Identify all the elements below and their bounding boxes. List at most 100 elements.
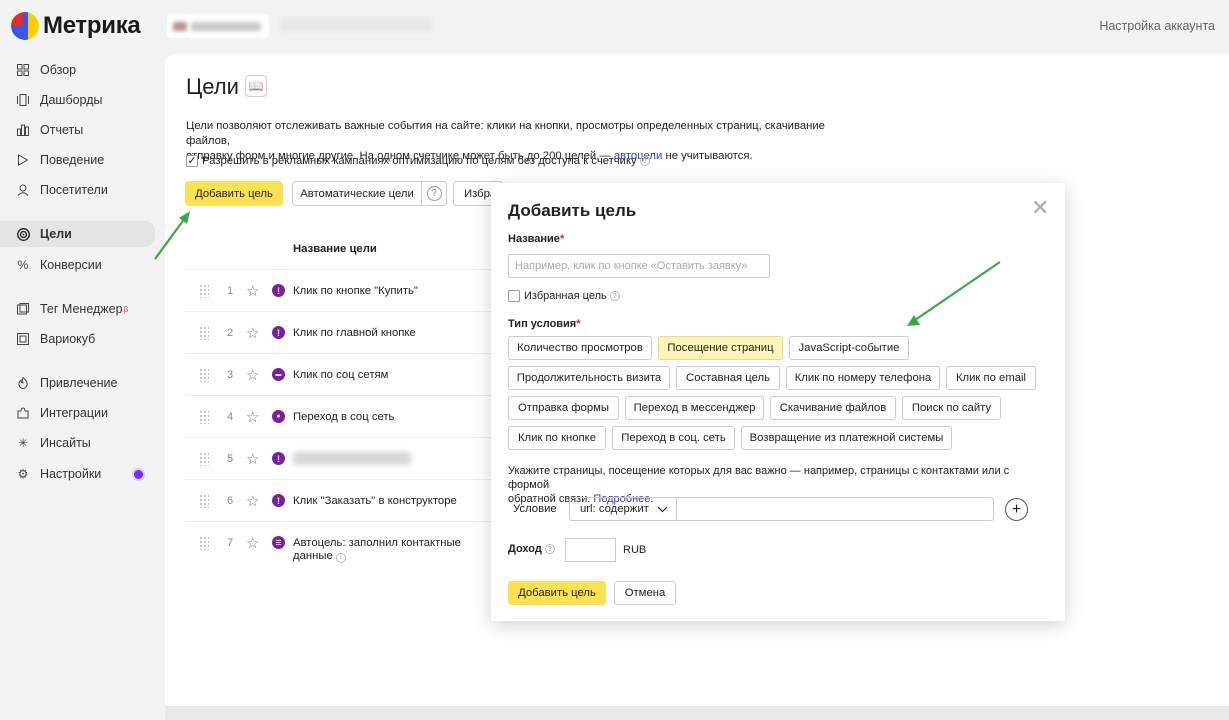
- chevron-down-icon: [657, 502, 668, 519]
- cube-icon: [16, 332, 30, 346]
- star-icon[interactable]: ☆: [246, 366, 259, 384]
- table-row[interactable]: 2 ☆ ! Клик по главной кнопке: [185, 311, 495, 353]
- goal-name-redacted[interactable]: [293, 452, 411, 465]
- type-site-search-button[interactable]: Поиск по сайту: [902, 396, 1001, 420]
- drag-handle-icon[interactable]: [199, 410, 209, 424]
- drag-handle-icon[interactable]: [199, 536, 209, 550]
- question-icon[interactable]: ?: [609, 291, 620, 301]
- type-messenger-button[interactable]: Переход в мессенджер: [625, 396, 764, 420]
- sidebar-item-label: Настройки: [40, 467, 102, 481]
- star-icon[interactable]: ☆: [246, 450, 259, 468]
- type-email-click-button[interactable]: Клик по email: [946, 366, 1036, 390]
- goal-type-icon: !: [272, 284, 285, 297]
- star-icon[interactable]: ☆: [246, 534, 259, 552]
- condition-url-input[interactable]: [676, 497, 994, 521]
- allow-optimization-row: ✓ Разрешить в рекламных кампаниях оптими…: [186, 155, 650, 167]
- counter-name-redacted[interactable]: [167, 14, 269, 38]
- goal-name[interactable]: Переход в соц сеть: [293, 411, 483, 424]
- sidebar-item-variocube[interactable]: Вариокуб: [0, 326, 165, 352]
- sidebar-item-overview[interactable]: Обзор: [0, 57, 165, 83]
- table-row[interactable]: 7 ☆ ☰ Автоцель: заполнил контактные данны…: [185, 521, 495, 571]
- goal-name[interactable]: Клик "Заказать" в конструкторе: [293, 495, 483, 508]
- table-row[interactable]: 5 ☆ !: [185, 437, 495, 479]
- income-label-text: Доход: [508, 543, 542, 555]
- condition-select[interactable]: url: содержит: [569, 497, 677, 521]
- type-page-visit-button[interactable]: Посещение страниц: [658, 336, 783, 360]
- sidebar-item-integrations[interactable]: Интеграции: [0, 400, 165, 426]
- drag-handle-icon[interactable]: [199, 284, 209, 298]
- type-js-event-button[interactable]: JavaScript-событие: [789, 336, 909, 360]
- hint-line-1: Укажите страницы, посещение которых для …: [508, 465, 1010, 491]
- type-pageviews-count-button[interactable]: Количество просмотров: [508, 336, 652, 360]
- table-row[interactable]: 4 ☆ ● Переход в соц сеть: [185, 395, 495, 437]
- goal-type-icon: !: [272, 494, 285, 507]
- type-social-link-button[interactable]: Переход в соц. сеть: [612, 426, 735, 450]
- help-book-button[interactable]: 📖: [245, 75, 267, 97]
- auto-goals-help-button[interactable]: ?: [421, 181, 447, 206]
- drag-handle-icon[interactable]: [199, 452, 209, 466]
- column-header-goal-name[interactable]: Название цели: [293, 243, 377, 255]
- account-settings-link[interactable]: Настройка аккаунта: [1099, 19, 1215, 33]
- table-row[interactable]: 3 ☆ ▬ Клик по соц сетям: [185, 353, 495, 395]
- goal-name[interactable]: Автоцель: заполнил контактные данные i: [293, 537, 483, 563]
- sidebar-item-conversions[interactable]: % Конверсии: [0, 252, 165, 278]
- goal-name[interactable]: Клик по кнопке "Купить": [293, 285, 483, 298]
- sidebar-item-insights[interactable]: ✳ Инсайты: [0, 430, 165, 456]
- table-row[interactable]: 1 ☆ ! Клик по кнопке "Купить": [185, 269, 495, 311]
- sidebar-item-behavior[interactable]: Поведение: [0, 147, 165, 173]
- goal-name-input[interactable]: Например, клик по кнопке «Оставить заявк…: [508, 254, 770, 278]
- percent-icon: %: [17, 258, 29, 272]
- allow-optimization-checkbox[interactable]: ✓: [186, 155, 198, 167]
- goal-number: 4: [227, 411, 234, 423]
- question-icon[interactable]: ?: [639, 156, 650, 166]
- drag-handle-icon[interactable]: [199, 326, 209, 340]
- favorite-goal-row: Избранная цель ?: [508, 290, 620, 302]
- type-composite-goal-button[interactable]: Составная цель: [676, 366, 780, 390]
- star-icon[interactable]: ☆: [246, 282, 259, 300]
- drag-handle-icon[interactable]: [199, 368, 209, 382]
- sidebar-item-visitors[interactable]: Посетители: [0, 177, 165, 203]
- metrika-logo[interactable]: Метрика: [11, 12, 141, 40]
- type-visit-duration-button[interactable]: Продолжительность визита: [508, 366, 670, 390]
- goal-name[interactable]: Клик по главной кнопке: [293, 327, 483, 340]
- currency-label: RUB: [623, 544, 647, 556]
- info-icon[interactable]: i: [335, 552, 346, 563]
- sidebar-item-tag-manager[interactable]: Тег Менеджер β: [0, 296, 165, 322]
- add-goal-button[interactable]: Добавить цель: [185, 181, 283, 206]
- question-icon[interactable]: ?: [544, 544, 555, 554]
- sidebar-item-dashboards[interactable]: Дашборды: [0, 87, 165, 113]
- type-file-download-button[interactable]: Скачивание файлов: [770, 396, 896, 420]
- goal-number: 6: [227, 495, 234, 507]
- required-mark: *: [576, 318, 581, 330]
- allow-optimization-label: Разрешить в рекламных кампаниях оптимиза…: [202, 155, 637, 167]
- add-condition-button[interactable]: +: [1005, 498, 1028, 521]
- star-icon[interactable]: ☆: [246, 324, 259, 342]
- sidebar-item-label: Интеграции: [40, 406, 109, 420]
- favorite-goal-checkbox[interactable]: [508, 290, 520, 302]
- type-button-click-button[interactable]: Клик по кнопке: [508, 426, 606, 450]
- condition-label: Условие: [513, 503, 557, 515]
- modal-title: Добавить цель: [508, 201, 637, 220]
- sidebar-item-label: Обзор: [40, 63, 77, 77]
- cancel-button[interactable]: Отмена: [614, 581, 676, 605]
- sidebar-item-reports[interactable]: Отчеты: [0, 117, 165, 143]
- income-input[interactable]: [565, 538, 616, 562]
- sidebar-item-label: Конверсии: [40, 258, 102, 272]
- table-row[interactable]: 6 ☆ ! Клик "Заказать" в конструкторе: [185, 479, 495, 521]
- sidebar-item-label: Тег Менеджер: [40, 302, 123, 316]
- sidebar-item-goals[interactable]: Цели: [0, 221, 155, 247]
- sidebar-item-acquisition[interactable]: Привлечение: [0, 370, 165, 396]
- close-icon[interactable]: ✕: [1031, 197, 1049, 219]
- metrika-logo-icon: [11, 12, 39, 40]
- drag-handle-icon[interactable]: [199, 494, 209, 508]
- type-payment-return-button[interactable]: Возвращение из платежной системы: [741, 426, 952, 450]
- submit-add-goal-button[interactable]: Добавить цель: [508, 581, 606, 605]
- auto-goals-button[interactable]: Автоматические цели: [292, 181, 422, 206]
- star-icon[interactable]: ☆: [246, 408, 259, 426]
- goal-type-icon: ●: [272, 410, 285, 423]
- sidebar-item-label: Дашборды: [40, 93, 103, 107]
- type-phone-click-button[interactable]: Клик по номеру телефона: [786, 366, 940, 390]
- goal-name[interactable]: Клик по соц сетям: [293, 369, 483, 382]
- star-icon[interactable]: ☆: [246, 492, 259, 510]
- type-form-submit-button[interactable]: Отправка формы: [508, 396, 619, 420]
